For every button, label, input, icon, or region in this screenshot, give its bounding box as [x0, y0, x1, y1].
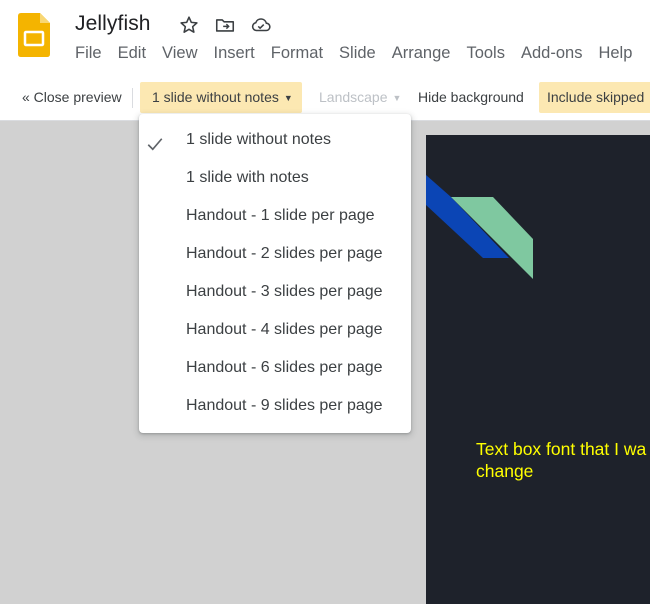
menu-item-label: Handout - 9 slides per page: [186, 397, 383, 414]
menu-item-label: Handout - 1 slide per page: [186, 207, 375, 224]
menu-item-handout-4[interactable]: Handout - 4 slides per page: [139, 311, 411, 349]
slides-print-preview: Jellyfish File Edit View Insert Format S…: [0, 0, 650, 604]
menu-tools[interactable]: Tools: [466, 44, 505, 63]
document-title[interactable]: Jellyfish: [75, 12, 151, 36]
title-actions: [178, 14, 272, 36]
menu-item-handout-3[interactable]: Handout - 3 slides per page: [139, 273, 411, 311]
menu-insert[interactable]: Insert: [214, 44, 255, 63]
menu-item-label: 1 slide without notes: [186, 131, 331, 148]
orientation-label: Landscape: [319, 89, 388, 105]
orientation-dropdown-button[interactable]: Landscape ▼: [311, 82, 409, 113]
menu-item-1-slide-with-notes[interactable]: 1 slide with notes: [139, 159, 411, 197]
slide-preview: Text box font that I wa change: [426, 135, 650, 604]
star-icon[interactable]: [178, 14, 200, 36]
menu-addons[interactable]: Add-ons: [521, 44, 582, 63]
caret-down-icon: ▼: [283, 93, 293, 103]
menu-item-label: 1 slide with notes: [186, 169, 309, 186]
menu-item-handout-2[interactable]: Handout - 2 slides per page: [139, 235, 411, 273]
slide-shapes: [426, 175, 533, 279]
menu-item-handout-9[interactable]: Handout - 9 slides per page: [139, 387, 411, 425]
menu-bar: File Edit View Insert Format Slide Arran…: [75, 44, 632, 63]
menu-view[interactable]: View: [162, 44, 197, 63]
slides-logo-icon[interactable]: [18, 13, 50, 57]
move-to-folder-icon[interactable]: [214, 14, 236, 36]
menu-file[interactable]: File: [75, 44, 102, 63]
menu-item-label: Handout - 6 slides per page: [186, 359, 383, 376]
menu-format[interactable]: Format: [271, 44, 323, 63]
menu-help[interactable]: Help: [598, 44, 632, 63]
menu-item-handout-6[interactable]: Handout - 6 slides per page: [139, 349, 411, 387]
layout-dropdown-label: 1 slide without notes: [152, 89, 279, 105]
slide-text-box[interactable]: Text box font that I wa change: [476, 438, 650, 482]
app-header: Jellyfish File Edit View Insert Format S…: [0, 0, 650, 76]
menu-arrange[interactable]: Arrange: [392, 44, 451, 63]
menu-item-label: Handout - 2 slides per page: [186, 245, 383, 262]
cloud-saved-icon[interactable]: [250, 14, 272, 36]
hide-background-button[interactable]: Hide background: [410, 82, 532, 113]
menu-item-handout-1[interactable]: Handout - 1 slide per page: [139, 197, 411, 235]
menu-item-label: Handout - 4 slides per page: [186, 321, 383, 338]
menu-item-1-slide-without-notes[interactable]: 1 slide without notes: [139, 121, 411, 159]
layout-dropdown-button[interactable]: 1 slide without notes ▼: [140, 82, 302, 113]
toolbar-divider: [132, 88, 133, 108]
close-preview-button[interactable]: « Close preview: [14, 82, 130, 113]
menu-item-label: Handout - 3 slides per page: [186, 283, 383, 300]
include-skipped-button[interactable]: Include skipped: [539, 82, 650, 113]
menu-edit[interactable]: Edit: [118, 44, 146, 63]
layout-dropdown-menu: 1 slide without notes 1 slide with notes…: [139, 114, 411, 433]
caret-down-icon: ▼: [392, 93, 402, 103]
menu-slide[interactable]: Slide: [339, 44, 376, 63]
checkmark-icon: [146, 130, 164, 151]
